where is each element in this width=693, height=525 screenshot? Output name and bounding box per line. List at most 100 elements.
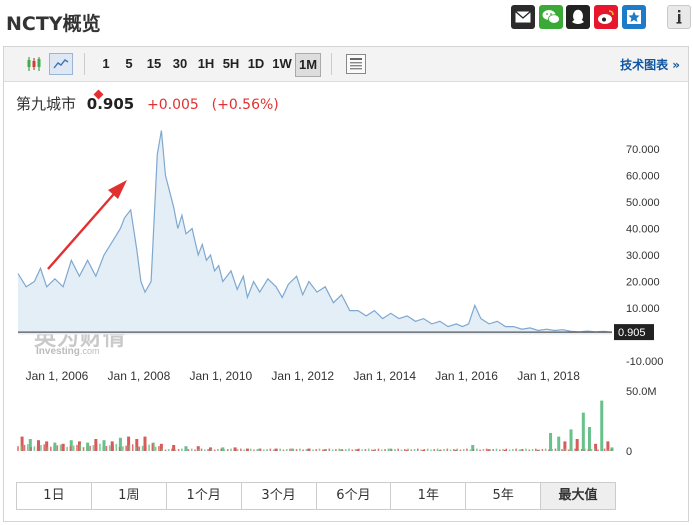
volume-bar — [315, 449, 318, 451]
volume-bar — [528, 449, 531, 451]
volume-bar — [479, 449, 481, 451]
volume-bar — [154, 446, 157, 451]
volume-bar — [289, 448, 291, 451]
volume-bar — [449, 449, 452, 451]
favorite-icon[interactable] — [622, 5, 646, 29]
volume-bar — [358, 448, 360, 451]
volume-bar — [367, 448, 370, 451]
x-tick-label: Jan 1, 2016 — [435, 369, 498, 383]
volume-bar — [446, 448, 449, 451]
volume-max-label: 50.0M — [626, 386, 657, 398]
last-price-label: 0.905 — [618, 327, 646, 339]
range-6m[interactable]: 6个月 — [317, 483, 392, 509]
volume-bar — [590, 449, 593, 451]
weibo-icon[interactable] — [594, 5, 618, 29]
volume-bar — [213, 449, 216, 451]
volume-bar — [423, 449, 426, 451]
price-chart[interactable]: 英为财情Investing .com0.90570.00060.00050.000… — [4, 47, 688, 475]
volume-bar — [295, 449, 298, 451]
volume-bar — [600, 400, 604, 451]
volume-bar — [151, 443, 154, 451]
volume-bar — [266, 449, 268, 451]
volume-bar — [46, 447, 49, 451]
volume-bar — [210, 448, 213, 451]
range-max[interactable]: 最大值 — [541, 483, 615, 509]
volume-bar — [312, 449, 314, 451]
volume-bar — [272, 449, 275, 451]
volume-bar — [131, 444, 134, 451]
volume-bar — [36, 445, 39, 451]
volume-bar — [430, 449, 432, 451]
volume-bar — [459, 449, 462, 451]
volume-bar — [161, 448, 163, 451]
info-icon[interactable] — [667, 5, 691, 29]
volume-bar — [138, 446, 141, 451]
volume-bar — [72, 445, 75, 451]
volume-bar — [125, 445, 127, 451]
qq-icon[interactable] — [566, 5, 590, 29]
volume-bar — [544, 448, 547, 451]
volume-bar — [200, 448, 203, 451]
chart-panel: 1 5 15 30 1H 5H 1D 1W 1M 技术图表 » 第九城市 0.9… — [3, 46, 689, 522]
volume-bar — [145, 445, 147, 451]
y-tick-label: 20.000 — [626, 277, 660, 289]
x-tick-label: Jan 1, 2010 — [189, 369, 252, 383]
volume-bar — [361, 449, 363, 451]
range-1w[interactable]: 1周 — [92, 483, 167, 509]
volume-bar — [256, 449, 259, 451]
volume-bar — [390, 449, 393, 451]
volume-bar — [541, 449, 544, 451]
volume-bar — [233, 449, 236, 451]
range-1d[interactable]: 1日 — [17, 483, 92, 509]
volume-bar — [453, 449, 455, 451]
volume-bar — [164, 449, 167, 451]
volume-bar — [354, 449, 357, 451]
volume-bar — [328, 448, 331, 451]
volume-bar — [584, 448, 586, 451]
range-3m[interactable]: 3个月 — [242, 483, 317, 509]
volume-bar — [184, 449, 186, 451]
volume-bar — [171, 448, 173, 451]
range-1m[interactable]: 1个月 — [167, 483, 242, 509]
volume-bar — [593, 448, 596, 451]
volume-bar — [259, 448, 262, 451]
volume-bar — [53, 446, 55, 451]
volume-bar — [321, 449, 324, 451]
volume-bar — [285, 449, 288, 451]
volume-bar — [492, 449, 494, 451]
volume-bar — [380, 449, 383, 451]
volume-bar — [105, 446, 108, 451]
volume-bar — [549, 433, 553, 451]
y-tick-label: -10.000 — [626, 356, 663, 368]
volume-bar — [557, 436, 561, 451]
volume-bar — [89, 445, 91, 451]
volume-bar — [561, 449, 563, 451]
volume-bar — [240, 448, 242, 451]
volume-bar — [181, 448, 183, 451]
volume-bar — [99, 443, 101, 451]
wechat-icon[interactable] — [539, 5, 563, 29]
watermark-en-suffix: .com — [80, 346, 100, 356]
y-tick-label: 10.000 — [626, 303, 660, 315]
email-icon[interactable] — [511, 5, 535, 29]
volume-bar — [66, 446, 68, 451]
volume-bar — [318, 448, 321, 451]
range-1y[interactable]: 1年 — [391, 483, 467, 509]
range-5y[interactable]: 5年 — [466, 483, 542, 509]
volume-bar — [59, 444, 62, 451]
volume-bar — [276, 449, 278, 451]
y-tick-label: 70.000 — [626, 144, 660, 156]
x-tick-label: Jan 1, 2006 — [26, 369, 89, 383]
volume-bar — [410, 449, 413, 451]
volume-bar — [262, 449, 265, 451]
volume-bar — [33, 446, 36, 451]
volume-bar — [397, 448, 399, 451]
volume-bar — [557, 449, 560, 451]
volume-bar — [190, 448, 193, 451]
volume-bar — [302, 449, 304, 451]
volume-bar — [407, 448, 409, 451]
volume-bar — [436, 448, 439, 451]
volume-bar — [400, 449, 403, 451]
volume-bar — [305, 449, 308, 451]
volume-bar — [554, 448, 557, 451]
